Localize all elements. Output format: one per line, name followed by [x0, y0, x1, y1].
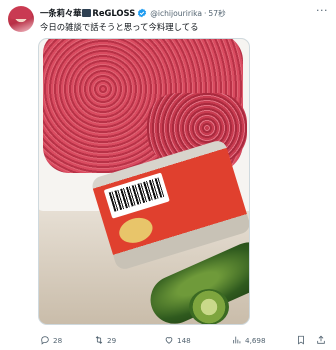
views-icon — [233, 336, 241, 344]
share-button[interactable] — [316, 334, 329, 346]
more-icon[interactable]: ··· — [316, 4, 328, 17]
reply-count: 28 — [53, 335, 63, 345]
handle[interactable]: @ichijouririka — [150, 9, 202, 18]
views-button[interactable]: 4,698 — [232, 334, 266, 346]
display-name-brand[interactable]: ReGLOSS — [92, 8, 135, 18]
post-header: 一条莉々華 ReGLOSS @ichijouririka · 57秒 — [40, 6, 314, 20]
reply-button[interactable]: 28 — [40, 334, 62, 346]
post-image[interactable] — [38, 38, 250, 325]
bookmark-button[interactable] — [296, 334, 309, 346]
like-count: 148 — [177, 335, 191, 345]
separator-dot: · — [204, 8, 207, 18]
reply-icon — [41, 336, 49, 345]
timestamp[interactable]: 57秒 — [208, 8, 225, 19]
avatar[interactable] — [8, 6, 34, 32]
tweet-text: 今日の雑談で話そうと思って今料理してる — [40, 22, 199, 32]
bookmark-icon — [298, 335, 304, 345]
repost-count: 29 — [107, 335, 117, 345]
action-bar: 28 29 148 4,698 — [40, 334, 328, 346]
view-count: 4,698 — [245, 335, 266, 345]
verified-badge-icon — [138, 8, 147, 18]
repost-button[interactable]: 29 — [94, 334, 116, 346]
like-button[interactable]: 148 — [164, 334, 191, 346]
name-square-badge-icon — [82, 9, 92, 17]
share-icon — [317, 335, 325, 344]
display-name[interactable]: 一条莉々華 — [40, 7, 81, 19]
repost-icon — [95, 336, 103, 344]
heart-icon — [165, 337, 173, 344]
